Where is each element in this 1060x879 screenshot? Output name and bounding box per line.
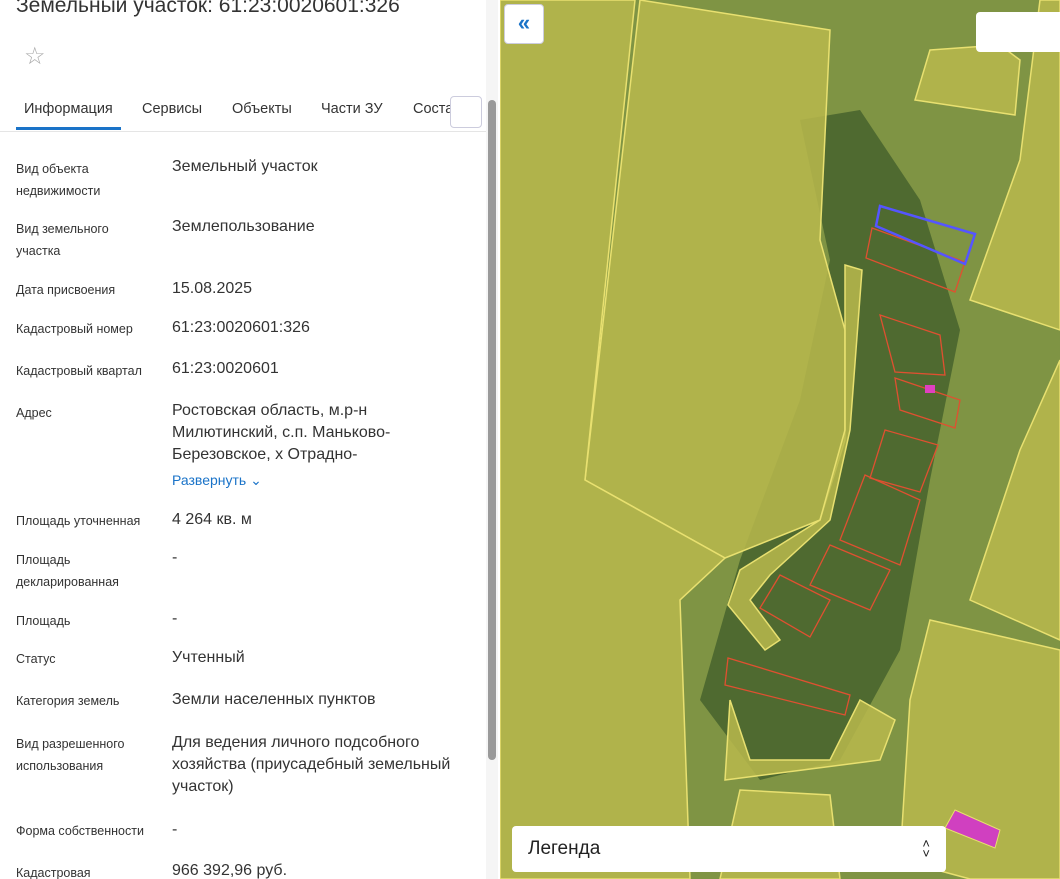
legend-label: Легенда (528, 838, 601, 859)
row-value: - (172, 610, 178, 627)
map-layer (500, 0, 1060, 879)
map-control[interactable] (976, 12, 1060, 52)
row-label: Площадь уточненная (16, 514, 141, 528)
row-value: Для ведения личного подсобного хозяйства… (172, 734, 451, 795)
row-label: Дата присвоения (16, 283, 116, 297)
row-value: 61:23:0020601:326 (172, 319, 310, 336)
row-value: - (172, 549, 178, 566)
row-value: 966 392,96 руб. (172, 862, 288, 879)
row-value: - (172, 821, 178, 838)
tab-parts[interactable]: Части ЗУ (321, 101, 383, 117)
row-label: Статус (16, 652, 56, 666)
chevron-up-down-icon: ˄ ˅ (922, 836, 930, 861)
tab-bar: Информация Сервисы Объекты Части ЗУ Сост… (0, 88, 486, 132)
special-parcel (925, 385, 935, 393)
row-value: Земельный участок (172, 158, 318, 175)
row-value: Ростовская область, м.р-н Милютинский, с… (172, 402, 391, 463)
chevron-down-icon: ⌄ (250, 472, 262, 488)
row-label: Вид разрешенного использования (16, 737, 125, 773)
row-label: Площадь декларированная (16, 553, 119, 589)
row-label: Кадастровый номер (16, 322, 133, 336)
tab-services[interactable]: Сервисы (142, 101, 202, 117)
row-label: Кадастровый квартал (16, 364, 142, 378)
row-value: 4 264 кв. м (172, 511, 252, 528)
tabs-scroll-button[interactable] (450, 96, 482, 128)
expand-label: Развернуть (172, 472, 247, 488)
page-title: Земельный участок: 61:23:0020601:326 (16, 0, 400, 17)
scrollbar-thumb[interactable] (488, 100, 496, 760)
expand-link[interactable]: Развернуть ⌄ (172, 472, 262, 489)
map-view[interactable] (500, 0, 1060, 879)
collapse-panel-button[interactable]: « (504, 4, 544, 44)
row-label: Вид земельного участка (16, 222, 109, 258)
tab-information[interactable]: Информация (16, 101, 121, 130)
row-value: 15.08.2025 (172, 280, 253, 297)
row-label: Категория земель (16, 694, 120, 708)
row-label: Кадастровая (16, 866, 91, 879)
star-icon[interactable]: ☆ (24, 42, 46, 71)
legend-dropdown[interactable]: Легенда ˄ ˅ (512, 826, 946, 872)
tab-composition[interactable]: Соста (413, 101, 453, 117)
row-value: Земли населенных пунктов (172, 691, 376, 708)
row-value: 61:23:0020601 (172, 360, 279, 377)
row-label: Вид объекта недвижимости (16, 162, 101, 198)
row-value: Учтенный (172, 649, 245, 666)
row-label: Форма собственности (16, 824, 144, 838)
row-label: Адрес (16, 406, 52, 420)
row-label: Площадь (16, 614, 71, 628)
info-panel: Земельный участок: 61:23:0020601:326 ☆ И… (0, 0, 500, 879)
tab-objects[interactable]: Объекты (232, 101, 292, 117)
row-value: Землепользование (172, 218, 315, 235)
